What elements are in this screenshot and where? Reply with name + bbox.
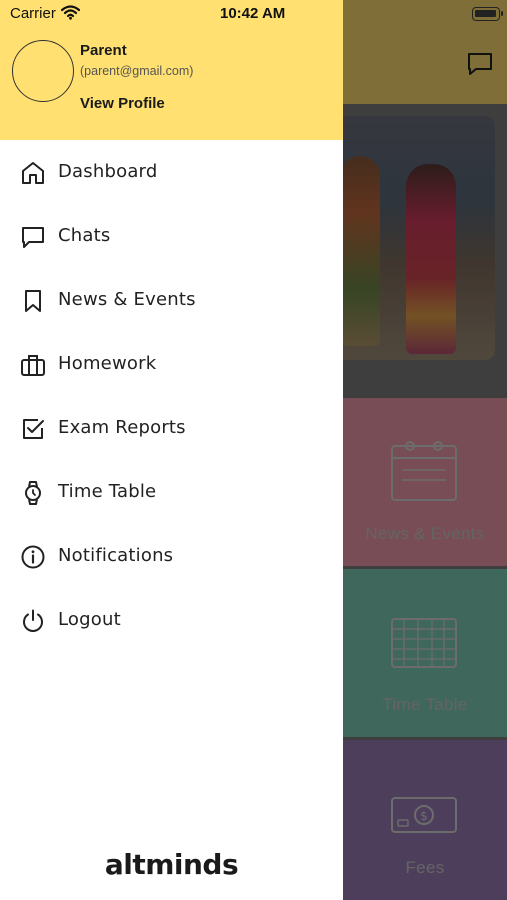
menu-item-label: Notifications: [58, 545, 174, 566]
brand-logo: altminds: [104, 848, 239, 881]
wifi-icon: [61, 5, 80, 20]
battery-level: [475, 10, 496, 17]
menu-item-notifications[interactable]: Notifications: [0, 526, 343, 586]
user-name: Parent: [80, 42, 127, 59]
status-bar: Carrier 10:42 AM: [0, 0, 507, 28]
menu-item-logout[interactable]: Logout: [0, 590, 343, 650]
menu-item-label: Dashboard: [58, 161, 158, 182]
bookmark-icon: [20, 288, 46, 314]
chat-icon: [20, 224, 46, 250]
info-icon: [20, 544, 46, 570]
watch-icon: [20, 480, 46, 506]
clock: 10:42 AM: [220, 5, 286, 22]
menu-item-label: Chats: [58, 225, 111, 246]
user-email: (parent@gmail.com): [80, 64, 194, 78]
menu-item-label: Time Table: [58, 481, 157, 502]
menu-item-exam-reports[interactable]: Exam Reports: [0, 398, 343, 458]
menu-item-label: Exam Reports: [58, 417, 186, 438]
menu-item-label: Logout: [58, 609, 121, 630]
battery-icon: [472, 7, 503, 21]
power-icon: [20, 608, 46, 634]
home-icon: [20, 160, 46, 186]
avatar[interactable]: [12, 40, 74, 102]
menu-item-time-table[interactable]: Time Table: [0, 462, 343, 522]
checkbox-icon: [20, 416, 46, 442]
menu-item-dashboard[interactable]: Dashboard: [0, 142, 343, 202]
menu-item-label: News & Events: [58, 289, 196, 310]
menu-item-news-events[interactable]: News & Events: [0, 270, 343, 330]
menu-item-homework[interactable]: Homework: [0, 334, 343, 394]
carrier-label: Carrier: [10, 5, 56, 22]
menu-item-chats[interactable]: Chats: [0, 206, 343, 266]
menu-item-label: Homework: [58, 353, 157, 374]
briefcase-icon: [20, 352, 46, 378]
view-profile-link[interactable]: View Profile: [80, 95, 165, 112]
navigation-drawer: Parent (parent@gmail.com) View Profile D…: [0, 0, 343, 900]
